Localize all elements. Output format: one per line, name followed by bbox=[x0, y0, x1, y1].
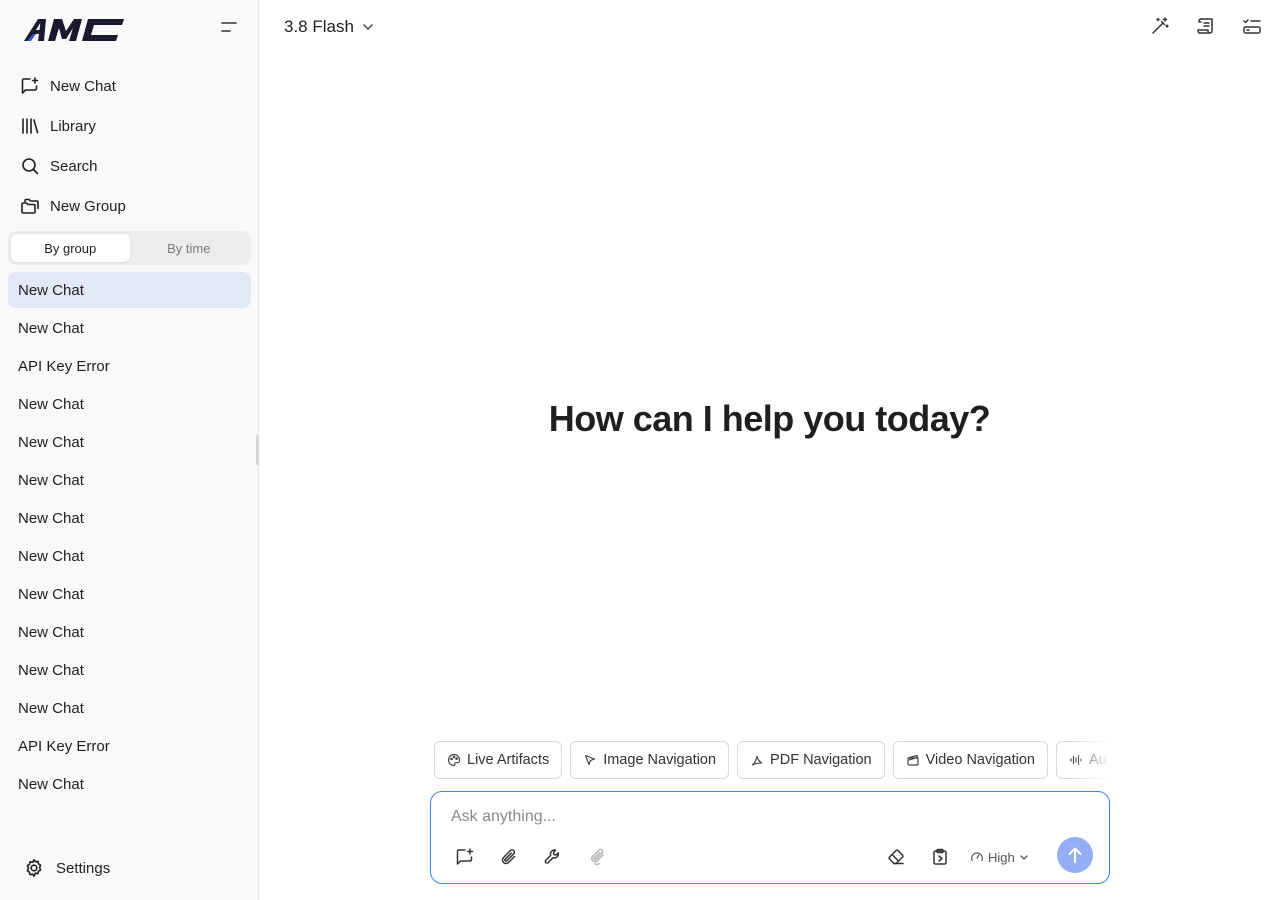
gear-icon bbox=[24, 858, 44, 878]
sidebar-item-search[interactable]: Search bbox=[8, 146, 251, 186]
amc-logo[interactable] bbox=[24, 17, 126, 43]
composer-right-tools: High bbox=[886, 847, 1029, 867]
pdf-icon bbox=[750, 753, 764, 767]
audio-wave-icon bbox=[1069, 753, 1083, 767]
composer-left-tools bbox=[455, 847, 607, 867]
reasoning-effort-selector[interactable]: High bbox=[970, 847, 1029, 867]
message-input[interactable] bbox=[451, 806, 1071, 828]
tools-button[interactable] bbox=[543, 847, 563, 867]
chat-list-item[interactable]: New Chat bbox=[8, 462, 251, 498]
new-topic-button[interactable] bbox=[455, 847, 475, 867]
sidebar-item-new-group[interactable]: New Group bbox=[8, 186, 251, 226]
multi-attach-button[interactable] bbox=[587, 847, 607, 867]
chip-video-navigation[interactable]: Video Navigation bbox=[892, 741, 1048, 779]
model-selector[interactable]: 3.8 Flash bbox=[284, 14, 374, 40]
chevron-down-icon bbox=[362, 23, 374, 31]
chat-list-item[interactable]: API Key Error bbox=[8, 728, 251, 764]
arrow-up-icon bbox=[1068, 847, 1082, 863]
chat-list-item[interactable]: New Chat bbox=[8, 652, 251, 688]
collapse-sidebar-button[interactable] bbox=[218, 16, 240, 38]
chip-image-navigation[interactable]: Image Navigation bbox=[570, 741, 730, 779]
chat-list-item[interactable]: New Chat bbox=[8, 576, 251, 612]
magic-wand-button[interactable] bbox=[1150, 14, 1170, 38]
composer: High bbox=[430, 791, 1110, 884]
sidebar: New Chat Library Search New Group By gro… bbox=[0, 0, 259, 900]
suggestion-chips: Live Artifacts Image Navigation PDF Navi… bbox=[434, 741, 1110, 779]
view-toggle: By group By time bbox=[8, 231, 251, 265]
chat-list-item[interactable]: New Chat bbox=[8, 690, 251, 726]
chat-history-list: New Chat New Chat API Key Error New Chat… bbox=[8, 272, 251, 804]
search-icon bbox=[20, 156, 40, 176]
settings-button[interactable]: Settings bbox=[8, 850, 251, 886]
scroll-notes-button[interactable] bbox=[1196, 14, 1216, 38]
chip-label: Video Navigation bbox=[925, 752, 1035, 768]
settings-label: Settings bbox=[56, 859, 111, 877]
magic-wand-icon bbox=[1152, 17, 1169, 34]
task-list-button[interactable] bbox=[1242, 14, 1262, 38]
chip-live-artifacts[interactable]: Live Artifacts bbox=[434, 741, 563, 779]
greeting-heading: How can I help you today? bbox=[548, 398, 991, 439]
collapse-icon bbox=[221, 22, 237, 32]
chat-list-item[interactable]: New Chat bbox=[8, 386, 251, 422]
sidebar-item-label: Search bbox=[50, 157, 98, 175]
folder-icon bbox=[20, 196, 40, 216]
chat-list-item[interactable]: New Chat bbox=[8, 310, 251, 346]
effort-label: High bbox=[988, 849, 1015, 865]
header-actions bbox=[1150, 14, 1262, 38]
toggle-by-group[interactable]: By group bbox=[11, 234, 130, 262]
palette-icon bbox=[447, 753, 461, 767]
chat-list-item[interactable]: New Chat bbox=[8, 500, 251, 536]
clear-context-button[interactable] bbox=[886, 847, 906, 867]
chip-label: Image Navigation bbox=[603, 752, 717, 768]
sidebar-item-label: Library bbox=[50, 117, 96, 135]
toggle-by-time[interactable]: By time bbox=[130, 234, 249, 262]
gauge-icon bbox=[971, 852, 983, 862]
chat-list-item[interactable]: API Key Error bbox=[8, 348, 251, 384]
attach-file-button[interactable] bbox=[499, 847, 519, 867]
sidebar-item-new-chat[interactable]: New Chat bbox=[8, 66, 251, 106]
double-paperclip-icon bbox=[591, 848, 604, 866]
send-button[interactable] bbox=[1057, 837, 1093, 873]
new-chat-icon bbox=[20, 76, 40, 96]
chip-pdf-navigation[interactable]: PDF Navigation bbox=[737, 741, 885, 779]
scroll-icon bbox=[1197, 18, 1213, 34]
chat-list-item[interactable]: New Chat bbox=[8, 272, 251, 308]
chip-label: PDF Navigation bbox=[770, 752, 872, 768]
chip-label: Au bbox=[1088, 752, 1107, 768]
paperclip-icon bbox=[501, 849, 516, 865]
wrench-icon bbox=[544, 849, 560, 864]
chip-label: Live Artifacts bbox=[467, 752, 550, 768]
chat-list-item[interactable]: New Chat bbox=[8, 614, 251, 650]
chip-audio-navigation[interactable]: Au bbox=[1055, 741, 1110, 779]
sidebar-item-label: New Chat bbox=[50, 77, 116, 95]
clipboard-button[interactable] bbox=[930, 847, 950, 867]
chat-list-item[interactable]: New Chat bbox=[8, 766, 251, 802]
new-chat-icon bbox=[456, 848, 474, 865]
chat-list-item[interactable]: New Chat bbox=[8, 538, 251, 574]
model-name: 3.8 Flash bbox=[284, 17, 354, 36]
chat-list-item[interactable]: New Chat bbox=[8, 424, 251, 460]
cursor-icon bbox=[583, 753, 597, 767]
checklist-icon bbox=[1243, 19, 1261, 34]
app-root: New Chat Library Search New Group By gro… bbox=[0, 0, 1280, 900]
library-icon bbox=[20, 116, 40, 136]
sidebar-item-library[interactable]: Library bbox=[8, 106, 251, 146]
chevron-down-icon bbox=[1020, 854, 1028, 860]
sidebar-item-label: New Group bbox=[50, 197, 126, 215]
eraser-icon bbox=[888, 849, 904, 865]
sidebar-nav: New Chat Library Search New Group bbox=[8, 66, 251, 226]
clipboard-icon bbox=[933, 848, 947, 865]
video-icon bbox=[906, 753, 920, 767]
